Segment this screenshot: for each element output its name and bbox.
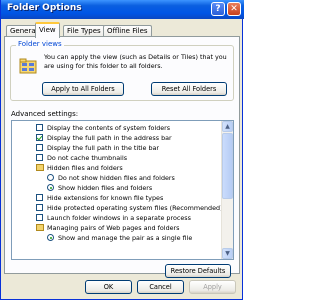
setting-label: Display the full path in the title bar xyxy=(47,144,160,152)
setting-label: Hide protected operating system files (R… xyxy=(47,204,223,212)
setting-group-web-pages: Managing pairs of Web pages and folders xyxy=(12,223,221,233)
advanced-settings-list: Display the contents of system folders D… xyxy=(11,120,234,260)
reset-all-folders-button[interactable]: Reset All Folders xyxy=(151,82,227,96)
setting-label: Managing pairs of Web pages and folders xyxy=(47,224,180,232)
setting-label: Hidden files and folders xyxy=(47,164,123,172)
setting-do-not-cache-thumbnails[interactable]: Do not cache thumbnails xyxy=(12,153,221,163)
scroll-up-button[interactable]: ▲ xyxy=(222,121,233,132)
tab-view[interactable]: View xyxy=(35,22,60,38)
folder-views-group: Folder views You can apply the view (suc… xyxy=(10,40,234,101)
title-bar[interactable]: Folder Options ? ✕ xyxy=(1,0,244,19)
apply-to-all-folders-button[interactable]: Apply to All Folders xyxy=(42,82,124,96)
setting-label: Do not show hidden files and folders xyxy=(58,174,175,182)
checkbox[interactable] xyxy=(36,124,43,131)
radio-button[interactable] xyxy=(47,174,54,181)
setting-label: Show and manage the pair as a single fil… xyxy=(58,234,193,242)
setting-label: Do not cache thumbnails xyxy=(47,154,128,162)
restore-defaults-button[interactable]: Restore Defaults xyxy=(165,264,231,278)
setting-full-path-address-bar[interactable]: Display the full path in the address bar xyxy=(12,133,221,143)
folder-icon xyxy=(36,224,44,231)
setting-group-hidden-files: Hidden files and folders xyxy=(12,163,221,173)
cancel-button[interactable]: Cancel xyxy=(137,280,184,294)
setting-show-hidden[interactable]: Show hidden files and folders xyxy=(12,183,221,193)
apply-button[interactable]: Apply xyxy=(189,280,236,294)
ok-button[interactable]: OK xyxy=(85,280,132,294)
checkbox[interactable] xyxy=(36,194,43,201)
setting-separate-process[interactable]: Launch folder windows in a separate proc… xyxy=(12,213,221,223)
setting-label: Launch folder windows in a separate proc… xyxy=(47,214,191,222)
setting-do-not-show-hidden[interactable]: Do not show hidden files and folders xyxy=(12,173,221,183)
folder-options-window: Folder Options ? ✕ General View File Typ… xyxy=(0,0,244,300)
vertical-scrollbar[interactable]: ▲ ▼ xyxy=(221,121,233,259)
setting-hide-protected-os-files[interactable]: Hide protected operating system files (R… xyxy=(12,203,223,213)
setting-hide-extensions[interactable]: Hide extensions for known file types xyxy=(12,193,221,203)
setting-display-system-folders[interactable]: Display the contents of system folders xyxy=(12,123,221,133)
tab-strip: General View File Types Offline Files xyxy=(4,22,240,38)
help-button[interactable]: ? xyxy=(211,2,225,16)
scroll-thumb[interactable] xyxy=(222,133,233,199)
folder-views-legend: Folder views xyxy=(16,40,64,48)
window-title: Folder Options xyxy=(7,3,82,13)
setting-label: Display the full path in the address bar xyxy=(47,134,172,142)
setting-full-path-title-bar[interactable]: Display the full path in the title bar xyxy=(12,143,221,153)
scroll-down-button[interactable]: ▼ xyxy=(222,248,233,259)
folder-icon xyxy=(36,164,44,171)
checkbox[interactable] xyxy=(36,134,43,141)
radio-button[interactable] xyxy=(47,184,54,191)
setting-label: Hide extensions for known file types xyxy=(47,194,164,202)
setting-label: Display the contents of system folders xyxy=(47,124,171,132)
checkbox[interactable] xyxy=(36,214,43,221)
folder-views-description: You can apply the view (such as Details … xyxy=(44,53,227,70)
checkbox[interactable] xyxy=(36,144,43,151)
advanced-settings-label: Advanced settings: xyxy=(11,110,79,118)
setting-label: Show hidden files and folders xyxy=(58,184,153,192)
checkbox[interactable] xyxy=(36,204,43,211)
folder-views-icon xyxy=(19,58,37,74)
radio-button[interactable] xyxy=(47,234,54,241)
view-tab-panel: Folder views You can apply the view (suc… xyxy=(4,36,240,278)
setting-show-pair-single-file[interactable]: Show and manage the pair as a single fil… xyxy=(12,233,221,243)
close-button[interactable]: ✕ xyxy=(227,2,241,16)
checkbox[interactable] xyxy=(36,154,43,161)
